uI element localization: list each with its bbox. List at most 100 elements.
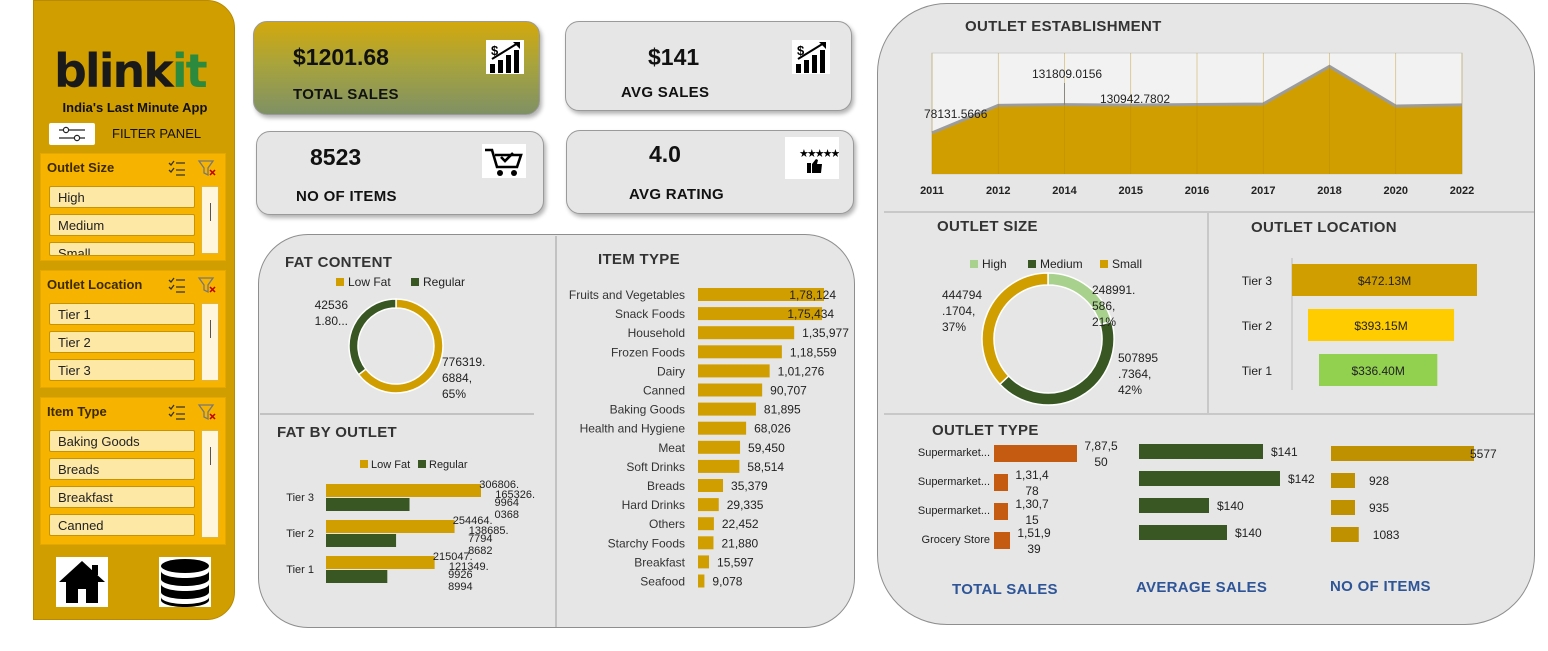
bar <box>994 474 1008 491</box>
data-label: 90,707 <box>770 384 807 398</box>
axis-tick-label: 2012 <box>986 185 1010 197</box>
data-label: 1,01,276 <box>778 364 825 378</box>
item-type-title: ITEM TYPE <box>598 251 680 268</box>
data-label: 9926 <box>448 569 472 581</box>
axis-tick-label: Fruits and Vegetables <box>569 288 685 302</box>
slicer-scrollbar[interactable] <box>201 430 219 538</box>
data-label: 78131.5666 <box>924 107 988 121</box>
multi-select-icon[interactable] <box>167 159 187 177</box>
data-label: $140 <box>1235 526 1262 540</box>
data-label: 935 <box>1369 501 1389 515</box>
slicer-item-tier-2[interactable]: Tier 2 <box>49 331 195 353</box>
axis-tick-label: Grocery Store <box>922 534 990 546</box>
slicer-title: Outlet Size <box>47 160 115 175</box>
data-label: .7364, <box>1118 367 1151 381</box>
axis-tick-label: 2018 <box>1317 185 1341 197</box>
axis-tick-label: Meat <box>658 441 685 455</box>
data-label: 1,31,4 <box>1015 468 1049 482</box>
slicer-outlet-size: Outlet Size High Medium Small <box>40 153 226 261</box>
axis-tick-label: Starchy Foods <box>608 536 685 550</box>
axis-tick-label: Supermarket... <box>918 476 990 488</box>
slicer-item-breads[interactable]: Breads <box>49 458 195 480</box>
data-label: 776319. <box>442 355 485 369</box>
axis-tick-label: 2017 <box>1251 185 1275 197</box>
legend-label: Regular <box>429 459 468 471</box>
slicer-item-baking-goods[interactable]: Baking Goods <box>49 430 195 452</box>
data-label: 1.80... <box>315 314 348 328</box>
bar <box>326 534 397 547</box>
bar <box>698 536 714 550</box>
panel-divider <box>884 413 1534 415</box>
bar <box>698 555 710 569</box>
data-label: $141 <box>1271 445 1298 459</box>
data-label: $336.40M <box>1351 364 1404 378</box>
axis-tick-label: Tier 2 <box>1242 319 1273 333</box>
filter-panel-label: FILTER PANEL <box>112 126 202 141</box>
data-label: 50 <box>1094 455 1108 469</box>
clear-filter-icon[interactable] <box>197 159 217 177</box>
multi-select-icon[interactable] <box>167 403 187 421</box>
kpi-avg-rating: 4.0 AVG RATING ★★★★★ <box>566 130 854 214</box>
axis-tick-label: Tier 1 <box>286 564 314 576</box>
slicer-item-breakfast[interactable]: Breakfast <box>49 486 195 508</box>
axis-tick-label: Health and Hygiene <box>580 422 686 436</box>
total-sales-caption: TOTAL SALES <box>952 581 1058 598</box>
data-label: 21,880 <box>721 536 758 550</box>
slicer-scrollbar[interactable] <box>201 186 219 254</box>
legend-label: High <box>982 257 1007 271</box>
data-label: 78 <box>1025 484 1039 498</box>
no-of-items-caption: NO OF ITEMS <box>1330 578 1431 595</box>
data-label: $140 <box>1217 499 1244 513</box>
axis-tick-label: Others <box>649 517 685 531</box>
kpi-value: 4.0 <box>649 141 681 167</box>
kpi-label: AVG RATING <box>629 186 724 203</box>
data-label: 1,35,977 <box>802 326 849 340</box>
home-icon[interactable] <box>56 557 108 607</box>
legend-label: Low Fat <box>371 459 410 471</box>
data-label: 130942.7802 <box>1100 92 1170 106</box>
bar <box>698 574 705 588</box>
axis-tick-label: Household <box>628 326 685 340</box>
legend-label: Medium <box>1040 257 1083 271</box>
data-label: 39 <box>1027 542 1041 556</box>
legend-label: Small <box>1112 257 1142 271</box>
kpi-label: TOTAL SALES <box>293 86 399 103</box>
outlet-location-title: OUTLET LOCATION <box>1251 219 1397 236</box>
axis-tick-label: Canned <box>643 384 685 398</box>
bar <box>698 440 741 454</box>
filter-sliders-icon[interactable] <box>49 123 95 145</box>
database-icon[interactable] <box>159 557 211 607</box>
outlet-establishment-title: OUTLET ESTABLISHMENT <box>965 18 1162 35</box>
bar <box>994 503 1008 520</box>
clear-filter-icon[interactable] <box>197 276 217 294</box>
bar <box>326 484 481 497</box>
slicer-scrollbar[interactable] <box>201 303 219 381</box>
bar <box>698 383 763 397</box>
data-label: 21% <box>1092 315 1116 329</box>
legend-swatch <box>418 460 426 468</box>
panel-divider <box>555 236 557 627</box>
data-label: 7,87,5 <box>1084 439 1118 453</box>
panel-divider <box>1207 213 1209 413</box>
data-label: $142 <box>1288 472 1315 486</box>
slicer-item-tier-3[interactable]: Tier 3 <box>49 359 195 381</box>
data-label: 1083 <box>1373 528 1400 542</box>
bar <box>994 445 1077 462</box>
multi-select-icon[interactable] <box>167 276 187 294</box>
donut-slice <box>981 272 1049 386</box>
axis-tick-label: Tier 3 <box>1242 274 1273 288</box>
data-label: 444794 <box>942 288 982 302</box>
slicer-item-tier-1[interactable]: Tier 1 <box>49 303 195 325</box>
data-label: 58,514 <box>747 460 784 474</box>
slicer-item-small[interactable]: Small <box>49 242 195 256</box>
panel-divider <box>260 413 534 415</box>
slicer-item-medium[interactable]: Medium <box>49 214 195 236</box>
data-label: 9964 <box>495 497 519 509</box>
slicer-item-canned[interactable]: Canned <box>49 514 195 536</box>
legend-swatch <box>1028 260 1036 268</box>
outlet-location-chart: Tier 3 $472.13M Tier 2 $393.15M Tier 1 $336.4… <box>1242 258 1477 390</box>
data-label: 9,078 <box>712 575 742 589</box>
axis-tick-label: 2014 <box>1052 185 1077 197</box>
slicer-item-high[interactable]: High <box>49 186 195 208</box>
clear-filter-icon[interactable] <box>197 403 217 421</box>
